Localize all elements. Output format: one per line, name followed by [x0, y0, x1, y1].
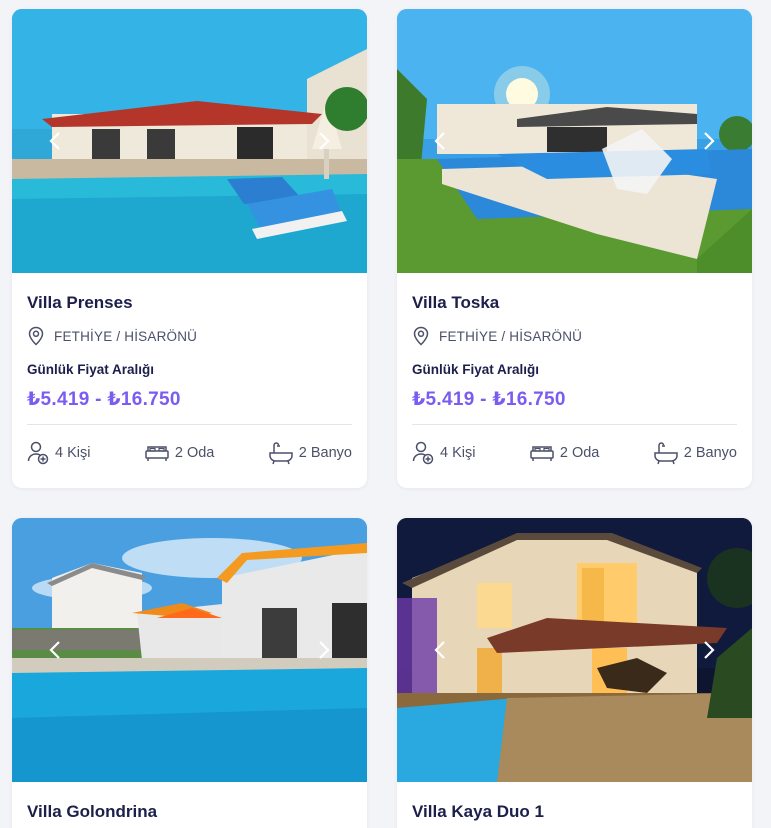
villa-title[interactable]: Villa Toska [412, 293, 737, 313]
person-add-icon [27, 441, 49, 465]
villa-photo[interactable] [12, 9, 367, 273]
price-range-label: Günlük Fiyat Aralığı [412, 362, 540, 377]
chevron-right-icon [704, 641, 715, 659]
villa-card[interactable]: Villa Toska FETHİYE / HİSARÖNÜ Günlük Fi… [397, 9, 752, 488]
chevron-right-icon [704, 132, 715, 150]
chevron-left-icon [434, 132, 445, 150]
chevron-left-icon [49, 641, 60, 659]
villa-photo[interactable] [397, 9, 752, 273]
price-range: ₺5.419 - ₺16.750 [27, 389, 181, 410]
price-range-label: Günlük Fiyat Aralığı [27, 362, 155, 377]
bathtub-icon [269, 442, 293, 465]
guest-count: 4 Kişi [27, 441, 90, 465]
bed-icon [530, 446, 554, 461]
bathtub-icon [654, 442, 678, 465]
villa-title[interactable]: Villa Golondrina [27, 802, 352, 822]
chevron-right-icon [319, 641, 330, 659]
divider [412, 424, 737, 425]
next-photo-button[interactable] [698, 127, 720, 155]
location-pin-icon [413, 326, 429, 346]
villa-photo[interactable] [12, 518, 367, 782]
location-pin-icon [28, 326, 44, 346]
villa-photo[interactable] [397, 518, 752, 782]
chevron-right-icon [319, 132, 330, 150]
prev-photo-button[interactable] [44, 127, 66, 155]
next-photo-button[interactable] [698, 636, 720, 664]
location-text: FETHİYE / HİSARÖNÜ [439, 328, 583, 344]
person-add-icon [412, 441, 434, 465]
room-count: 2 Oda [530, 444, 599, 462]
divider [27, 424, 352, 425]
villa-location: FETHİYE / HİSARÖNÜ [412, 326, 737, 346]
bathroom-count: 2 Banyo [654, 441, 737, 465]
villa-title[interactable]: Villa Prenses [27, 293, 352, 313]
villa-features: 4 Kişi 2 Oda 2 Banyo [27, 439, 352, 467]
location-text: FETHİYE / HİSARÖNÜ [54, 328, 198, 344]
prev-photo-button[interactable] [429, 636, 451, 664]
villa-grid: Villa Prenses FETHİYE / HİSARÖNÜ Günlük … [0, 0, 771, 828]
villa-card[interactable]: Villa Kaya Duo 1 [397, 518, 752, 828]
villa-features: 4 Kişi 2 Oda 2 Banyo [412, 439, 737, 467]
room-count: 2 Oda [145, 444, 214, 462]
bed-icon [145, 446, 169, 461]
villa-card[interactable]: Villa Golondrina [12, 518, 367, 828]
next-photo-button[interactable] [313, 636, 335, 664]
chevron-left-icon [434, 641, 445, 659]
next-photo-button[interactable] [313, 127, 335, 155]
villa-card[interactable]: Villa Prenses FETHİYE / HİSARÖNÜ Günlük … [12, 9, 367, 488]
chevron-left-icon [49, 132, 60, 150]
prev-photo-button[interactable] [44, 636, 66, 664]
price-range: ₺5.419 - ₺16.750 [412, 389, 566, 410]
guest-count: 4 Kişi [412, 441, 475, 465]
prev-photo-button[interactable] [429, 127, 451, 155]
villa-location: FETHİYE / HİSARÖNÜ [27, 326, 352, 346]
villa-title[interactable]: Villa Kaya Duo 1 [412, 802, 737, 822]
bathroom-count: 2 Banyo [269, 441, 352, 465]
